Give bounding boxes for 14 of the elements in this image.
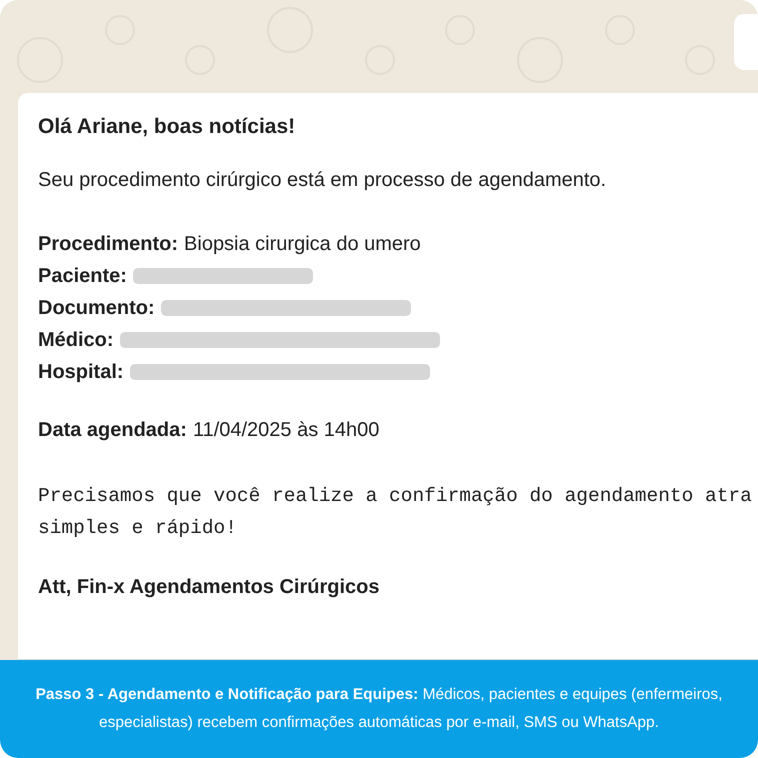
field-label: Paciente:: [38, 264, 127, 289]
request-text: Precisamos que você realize a confirmação do agendamento atra: [38, 484, 753, 509]
field-label: Hospital:: [38, 360, 124, 385]
date-label: Data agendada:: [38, 418, 187, 443]
date-value: 11/04/2025 às 14h00: [192, 418, 380, 443]
greeting-text: Olá Ariane, boas notícias!: [38, 115, 296, 139]
caption-text: Passo 3 - Agendamento e Notificação para Equipes: Médicos, pacientes e equipes (enfermeiros, especialistas) recebem confirmações automáticas por e-mail, SMS ou WhatsApp.: [34, 685, 724, 733]
intro-text: Seu procedimento cirúrgico está em processo de agendamento.: [38, 169, 608, 192]
field-label: Procedimento:: [38, 232, 178, 257]
request-text: simples e rápido!: [38, 516, 238, 541]
field-label: Documento:: [38, 296, 155, 321]
field-value: Biopsia cirurgica do umero: [184, 232, 421, 257]
signature-text: Att, Fin-x Agendamentos Cirúrgicos: [38, 576, 381, 599]
field-label: Médico:: [38, 328, 114, 353]
